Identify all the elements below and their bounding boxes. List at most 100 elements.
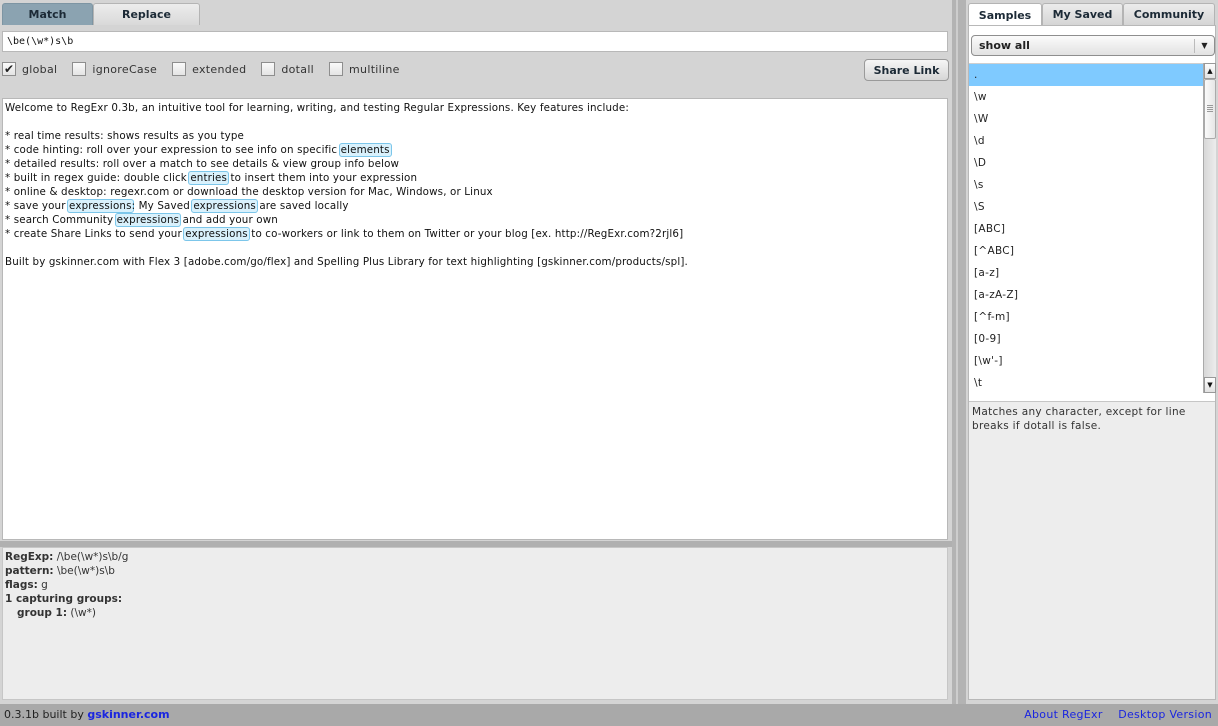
text-line: * create Share Links to send your expres… [5,227,945,241]
samples-scrollbar[interactable]: ▲ ▼ [1203,63,1216,393]
text-line: * real time results: shows results as yo… [5,129,945,143]
sample-list-item[interactable]: [^ABC] [969,240,1203,262]
dotall-checkbox[interactable] [261,62,276,76]
scroll-up-icon[interactable]: ▲ [1204,63,1216,79]
text-line: * detailed results: roll over a match to… [5,157,945,171]
text-line: * code hinting: roll over your expressio… [5,143,945,157]
tab-replace[interactable]: Replace [93,3,200,25]
sample-list-item[interactable]: . [969,64,1203,86]
text-line: * online & desktop: regexr.com or downlo… [5,185,945,199]
regexp-line: RegExp: /\be(\w*)s\b/g [5,550,945,564]
group1-line: group 1: (\w*) [5,606,945,620]
sample-list-item[interactable]: \w [969,86,1203,108]
splitter-line [956,0,958,704]
flag-global[interactable]: ✔ global [2,62,57,76]
tab-match[interactable]: Match [2,3,93,25]
main-panel: Match Replace ✔ global ignoreCase extend… [0,0,952,704]
sample-list-item[interactable]: [ABC] [969,218,1203,240]
text-line: * search Community expressions and add y… [5,213,945,227]
sample-list-item[interactable]: \S [969,196,1203,218]
pattern-label: pattern: [5,565,54,577]
regexp-value: /\be(\w*)s\b/g [53,551,129,563]
sample-list-item[interactable]: [0-9] [969,328,1203,350]
samples-list: . \w \W \d \D \s \S [ABC] [^ABC] [a-z] [a-zA-Z] [^f… [969,63,1203,393]
about-regexr-link[interactable]: About RegExr [1024,708,1103,721]
share-link-button[interactable]: Share Link [864,59,949,81]
details-panel: RegExp: /\be(\w*)s\b/g pattern: \be(\w*)… [2,547,948,700]
text-segment: * built in regex guide: double click [5,172,191,184]
desktop-version-link[interactable]: Desktop Version [1118,708,1212,721]
text-segment: * code hinting: roll over your expressio… [5,144,341,156]
version-info: 0.3.1b built by gskinner.com [4,708,170,721]
flag-dotall[interactable]: dotall [261,62,314,76]
text-segment: * create Share Links to send your [5,228,186,240]
grip-icon [1207,105,1213,113]
tab-my-saved[interactable]: My Saved [1042,3,1123,25]
text-line: * built in regex guide: double click ent… [5,171,945,185]
filter-dropdown[interactable]: show all ▼ [971,35,1215,56]
text-segment: are saved locally [255,200,349,212]
filter-value: show all [979,39,1030,52]
flags-line: flags: g [5,578,945,592]
flag-multiline[interactable]: multiline [329,62,400,76]
library-body: show all ▼ . \w \W \d \D \s \S [ABC] [^ABC] [a-z]… [968,25,1216,700]
sample-list-item[interactable]: \D [969,152,1203,174]
multiline-checkbox[interactable] [329,62,344,76]
text-segment: Welcome to RegExr 0.3b, an intuitive too… [5,102,629,114]
flags-label: flags: [5,579,38,591]
library-tabs: Samples My Saved Community [968,3,1215,27]
text-line [5,115,945,129]
vertical-splitter[interactable] [952,0,966,704]
pattern-value: \be(\w*)s\b [53,565,115,577]
text-segment: * save your [5,200,70,212]
scroll-down-icon[interactable]: ▼ [1204,377,1216,393]
match-highlight[interactable]: expressions [67,199,134,213]
text-segment: Built by gskinner.com with Flex 3 [adobe… [5,256,688,268]
flag-label: ignoreCase [92,62,158,76]
source-text-area[interactable]: Welcome to RegExr 0.3b, an intuitive too… [2,98,948,540]
sample-list-item[interactable]: \t [969,372,1203,393]
sample-list-item[interactable]: [a-z] [969,262,1203,284]
match-highlight[interactable]: expressions [183,227,250,241]
text-segment: to insert them into your expression [227,172,418,184]
gskinner-link[interactable]: gskinner.com [87,708,169,721]
sample-description: Matches any character, except for line b… [969,401,1215,699]
sample-list-item[interactable]: [a-zA-Z] [969,284,1203,306]
pattern-input[interactable] [2,31,948,52]
pattern-line: pattern: \be(\w*)s\b [5,564,945,578]
group1-value: (\w*) [67,607,96,619]
text-segment: and add your own [179,214,278,226]
sample-list-item[interactable]: [^f-m] [969,306,1203,328]
version-text: 0.3.1b built by [4,708,88,721]
text-line: Built by gskinner.com with Flex 3 [adobe… [5,255,945,269]
groups-line: 1 capturing groups: [5,592,945,606]
match-highlight[interactable]: expressions [191,199,258,213]
groups-label: 1 capturing groups: [5,593,123,605]
match-highlight[interactable]: expressions [114,213,182,227]
flag-extended[interactable]: extended [172,62,246,76]
text-segment: * detailed results: roll over a match to… [5,158,400,170]
mode-tabs: Match Replace [2,3,200,25]
chevron-down-icon[interactable]: ▼ [1194,38,1214,53]
extended-checkbox[interactable] [172,62,187,76]
global-checkbox[interactable]: ✔ [2,62,16,76]
footer-links: About RegExr Desktop Version [1012,708,1212,721]
match-highlight[interactable]: elements [338,143,392,157]
sample-list-item[interactable]: \W [969,108,1203,130]
sample-list-item[interactable]: [\w'-] [969,350,1203,372]
tab-community[interactable]: Community [1123,3,1215,25]
sample-list-item[interactable]: \s [969,174,1203,196]
group1-label: group 1: [17,607,68,619]
scroll-thumb[interactable] [1204,79,1216,139]
ignorecase-checkbox[interactable] [72,62,87,76]
tab-samples[interactable]: Samples [968,3,1042,27]
sample-list-item[interactable]: \d [969,130,1203,152]
match-highlight[interactable]: entries [188,171,230,185]
library-panel: Samples My Saved Community show all ▼ . \… [966,0,1218,704]
text-segment: * online & desktop: regexr.com or downlo… [5,186,493,198]
flag-ignorecase[interactable]: ignoreCase [72,62,157,76]
flags-value: g [37,579,48,591]
text-segment: : My Saved [131,200,194,212]
text-segment: to co-workers or link to them on Twitter… [247,228,684,240]
flag-label: extended [192,62,247,76]
